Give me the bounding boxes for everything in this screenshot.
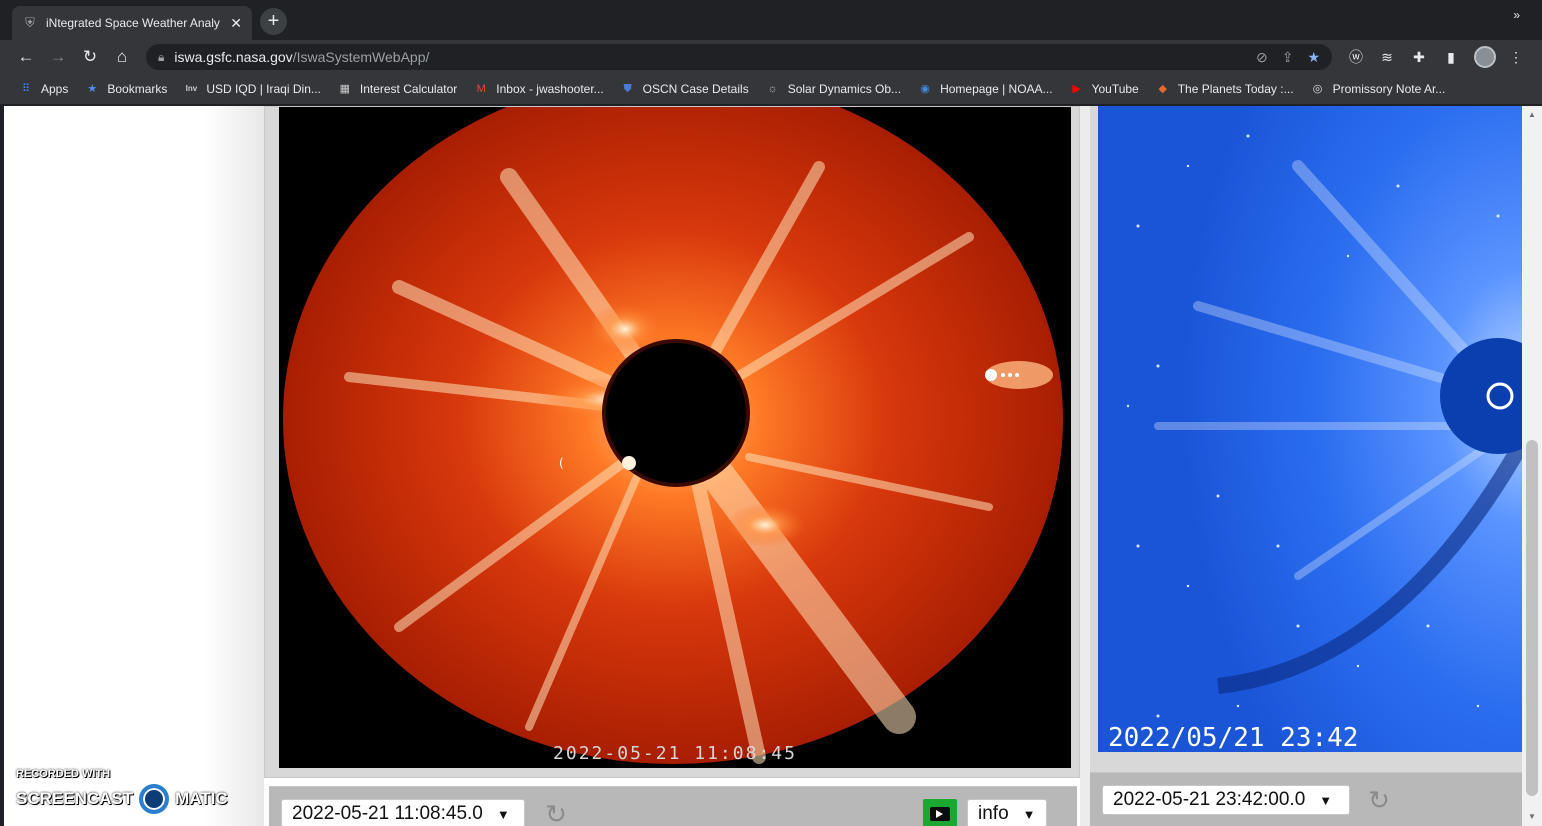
coronagraph-c2-graphic: ( 2022-05-21 11:08:45: [283, 107, 1063, 764]
share-icon[interactable]: ⇪: [1282, 49, 1294, 66]
c3-refresh-icon[interactable]: ↻: [1364, 785, 1394, 815]
movie-film-icon[interactable]: [923, 799, 957, 826]
active-tab[interactable]: ⛨ iNtegrated Space Weather Analy ✕: [12, 6, 252, 40]
svg-text:(: (: [559, 456, 564, 470]
bookmark-label: Bookmarks: [107, 82, 168, 96]
bookmark-label: The Planets Today :...: [1177, 82, 1294, 96]
sdo-icon: ☼: [767, 83, 778, 95]
bookmark-item[interactable]: M Inbox - jwashooter...: [473, 82, 604, 96]
c2-refresh-icon[interactable]: ↻: [541, 799, 571, 826]
page-content: ( 2022-05-21 11:08:45 2022/05/21 23:42 2…: [4, 106, 1542, 826]
lasco-c3-image[interactable]: 2022/05/21 23:42: [1098, 106, 1526, 752]
c3-timestamp: 2022/05/21 23:42: [1108, 723, 1358, 752]
extension-wave-icon[interactable]: ≋: [1377, 47, 1397, 67]
info-label: info: [978, 803, 1009, 824]
scrollbar-thumb[interactable]: [1526, 440, 1538, 796]
chevron-down-icon: ▼: [1319, 792, 1333, 808]
c3-datetime-value: 2022-05-21 23:42:00.0: [1113, 789, 1306, 810]
bookmark-item[interactable]: ⛊ OSCN Case Details: [620, 82, 749, 96]
tab-close-icon[interactable]: ✕: [230, 15, 242, 32]
bookmark-star-icon[interactable]: ★: [1307, 49, 1320, 66]
bookmark-label: Solar Dynamics Ob...: [787, 82, 902, 96]
inv-icon: Inv: [185, 84, 198, 93]
coronagraph-c3-graphic: 2022/05/21 23:42: [1098, 106, 1526, 752]
apps-grid-icon: ⠿: [21, 83, 31, 95]
lock-icon: 🔒︎: [158, 49, 165, 64]
c2-timestamp: 2022-05-21 11:08:45: [553, 743, 797, 764]
url-path: /IswaSystemWebApp/: [292, 49, 430, 65]
side-panel-icon[interactable]: ▮: [1441, 47, 1461, 67]
lasco-c2-image[interactable]: ( 2022-05-21 11:08:45: [279, 107, 1071, 768]
shield-icon: ⛊: [623, 83, 632, 95]
bookmark-item[interactable]: ☼ Solar Dynamics Ob...: [765, 82, 901, 96]
watermark-matic: MATIC: [175, 789, 228, 808]
screencast-logo-icon: [139, 784, 170, 814]
bookmark-item[interactable]: ⠿ Apps: [18, 82, 68, 96]
bookmark-label: OSCN Case Details: [642, 82, 749, 96]
youtube-icon: ▶: [1072, 83, 1081, 95]
browser-chrome: ⛨ iNtegrated Space Weather Analy ✕ + ← →…: [0, 0, 1542, 106]
bookmarks-overflow-icon[interactable]: »: [1513, 8, 1520, 22]
bookmark-label: Inbox - jwashooter...: [496, 82, 604, 96]
tab-title: iNtegrated Space Weather Analy: [46, 16, 220, 30]
back-icon[interactable]: ←: [15, 46, 37, 68]
bookmark-label: Interest Calculator: [359, 82, 458, 96]
chevron-down-icon: ▼: [496, 806, 510, 822]
tracking-blocked-icon[interactable]: ⊘: [1256, 49, 1268, 66]
gmail-icon: M: [476, 83, 486, 95]
address-bar[interactable]: 🔒︎ iswa.gsfc.nasa.gov/IswaSystemWebApp/ …: [145, 43, 1333, 71]
bookmark-item[interactable]: ▶ YouTube: [1069, 82, 1139, 96]
toolbar: ← → ↻ ⌂ 🔒︎ iswa.gsfc.nasa.gov/IswaSystem…: [0, 40, 1542, 74]
bookmark-label: Promissory Note Ar...: [1332, 82, 1446, 96]
bookmark-item[interactable]: ◉ Homepage | NOAA...: [917, 82, 1053, 96]
bookmark-label: USD IQD | Iraqi Din...: [206, 82, 321, 96]
forward-icon[interactable]: →: [47, 46, 69, 68]
info-select[interactable]: info ▼: [967, 799, 1047, 826]
star-icon: ★: [87, 83, 98, 95]
profile-avatar[interactable]: [1474, 46, 1496, 68]
extensions-puzzle-icon[interactable]: ✚: [1409, 47, 1429, 67]
bookmark-label: YouTube: [1091, 82, 1139, 96]
bookmark-label: Apps: [41, 82, 69, 96]
bookmarks-bar: ⠿ Apps ★ Bookmarks Inv USD IQD | Iraqi Din...…: [0, 74, 1542, 104]
bookmark-item[interactable]: ◎ Promissory Note Ar...: [1310, 82, 1446, 96]
c3-control-bar: 2022-05-21 23:42:00.0 ▼ ↻: [1090, 772, 1522, 826]
bookmark-item[interactable]: ◆ The Planets Today :...: [1155, 82, 1294, 96]
chevron-down-icon: ▼: [1022, 806, 1036, 822]
scroll-down-icon[interactable]: ▼: [1527, 812, 1537, 821]
noaa-icon: ◉: [920, 83, 930, 95]
planets-icon: ◆: [1158, 83, 1167, 95]
c2-datetime-value: 2022-05-21 11:08:45.0: [292, 803, 483, 824]
lasco-c2-panel: ( 2022-05-21 11:08:45: [264, 106, 1080, 778]
left-margin-shade: [204, 106, 264, 826]
extension-w-icon[interactable]: ⓦ: [1346, 47, 1366, 67]
new-tab-button[interactable]: +: [260, 8, 287, 35]
bookmark-item[interactable]: ★ Bookmarks: [84, 82, 167, 96]
url-host: iswa.gsfc.nasa.gov: [174, 49, 293, 65]
c3-datetime-select[interactable]: 2022-05-21 23:42:00.0 ▼: [1102, 785, 1350, 815]
note-icon: ◎: [1312, 83, 1323, 95]
watermark-screencast: SCREENCAST: [16, 789, 134, 808]
bookmark-item[interactable]: Inv USD IQD | Iraqi Din...: [183, 82, 321, 96]
calculator-icon: ▦: [339, 83, 351, 95]
watermark-line1: RECORDED WITH: [16, 768, 111, 780]
lasco-c3-panel: 2022/05/21 23:42: [1090, 106, 1526, 778]
c2-control-bar: 2022-05-21 11:08:45.0 ▼ ↻ info ▼: [269, 786, 1077, 826]
menu-kebab-icon[interactable]: ⋮: [1506, 47, 1526, 67]
satellite-favicon-icon: ⛨: [25, 15, 35, 30]
reload-icon[interactable]: ↻: [79, 46, 101, 68]
vertical-scrollbar[interactable]: ▲ ▼: [1522, 106, 1542, 826]
home-icon[interactable]: ⌂: [111, 46, 133, 68]
bookmark-label: Homepage | NOAA...: [940, 82, 1053, 96]
screencast-watermark: RECORDED WITH SCREENCAST MATIC: [16, 768, 228, 814]
c2-datetime-select[interactable]: 2022-05-21 11:08:45.0 ▼: [281, 799, 525, 826]
scroll-up-icon[interactable]: ▲: [1527, 110, 1537, 119]
bookmark-item[interactable]: ▦ Interest Calculator: [337, 82, 458, 96]
